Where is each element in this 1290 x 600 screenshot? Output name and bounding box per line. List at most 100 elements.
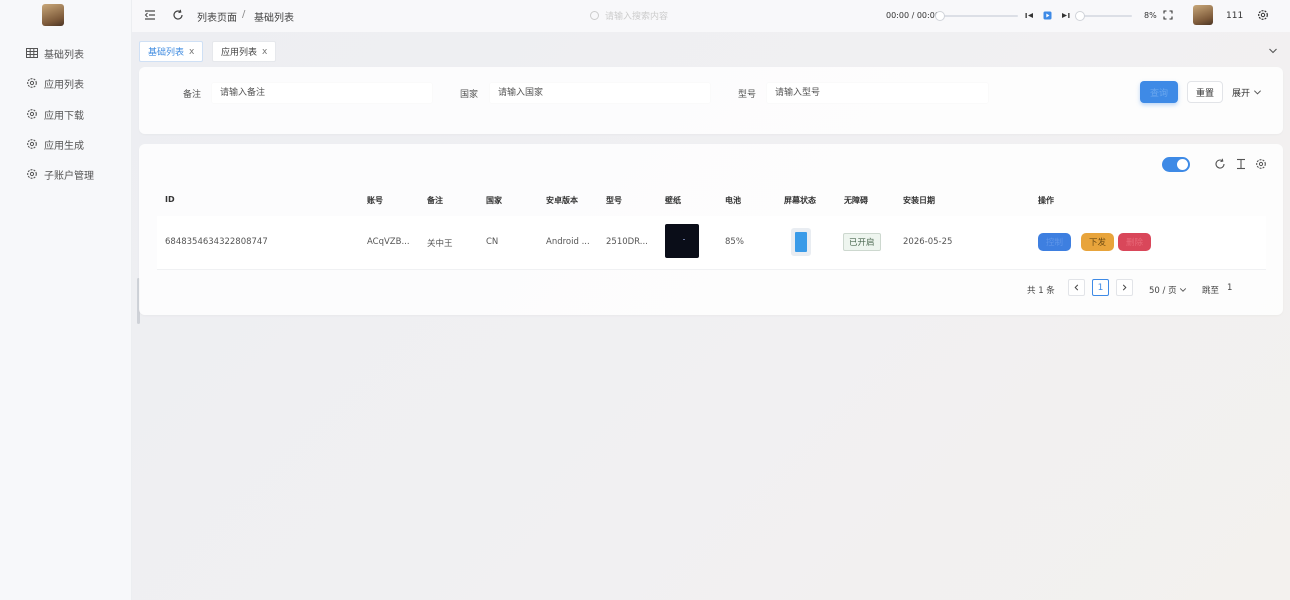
next-track-icon[interactable] bbox=[1061, 11, 1070, 20]
control-button[interactable]: 控制 bbox=[1038, 233, 1071, 251]
tab-basic-list[interactable]: 基础列表 x bbox=[139, 41, 204, 62]
cell-battery: 85% bbox=[725, 237, 744, 247]
gear-icon bbox=[26, 77, 38, 89]
remark-label: 备注 bbox=[183, 90, 202, 100]
player-progress-slider[interactable] bbox=[935, 11, 1018, 21]
chevron-right-icon bbox=[1122, 284, 1127, 291]
sidebar-item-app-list[interactable]: 应用列表 bbox=[26, 75, 84, 91]
reset-button[interactable]: 重置 bbox=[1187, 81, 1223, 103]
cell-model: 2510DR... bbox=[606, 237, 648, 247]
remark-input[interactable] bbox=[211, 82, 433, 104]
volume-slider[interactable] bbox=[1075, 11, 1132, 21]
page-number-button[interactable]: 1 bbox=[1092, 279, 1109, 296]
page-size-select[interactable]: 50 / 页 bbox=[1149, 284, 1187, 296]
column-header-account: 账号 bbox=[367, 196, 383, 205]
prev-page-button[interactable] bbox=[1068, 279, 1085, 296]
table-grid-icon bbox=[26, 47, 38, 59]
chevron-down-icon bbox=[1179, 288, 1186, 292]
refresh-icon[interactable] bbox=[1214, 158, 1226, 170]
column-header-id: ID bbox=[165, 195, 175, 204]
play-icon[interactable] bbox=[1043, 11, 1052, 20]
tabs-bar: 基础列表 x 应用列表 x bbox=[132, 38, 1290, 64]
wallpaper-thumbnail[interactable] bbox=[665, 224, 699, 258]
sidebar-item-app-generate[interactable]: 应用生成 bbox=[26, 136, 84, 152]
sidebar-item-app-download[interactable]: 应用下载 bbox=[26, 106, 84, 122]
cell-android: Android ... bbox=[546, 237, 590, 247]
close-icon[interactable]: x bbox=[189, 47, 194, 57]
sidebar-item-subaccount[interactable]: 子账户管理 bbox=[26, 166, 94, 182]
sidebar-item-label: 应用列表 bbox=[44, 79, 84, 91]
logo bbox=[42, 4, 64, 26]
dispatch-button[interactable]: 下发 bbox=[1081, 233, 1114, 251]
fullscreen-icon[interactable] bbox=[1163, 10, 1173, 20]
chevron-down-icon bbox=[1254, 90, 1262, 95]
chevron-down-icon[interactable] bbox=[1268, 46, 1278, 56]
global-search[interactable]: 请输入搜索内容 bbox=[590, 9, 668, 22]
column-header-android: 安卓版本 bbox=[546, 196, 578, 205]
goto-label: 跳至 bbox=[1202, 286, 1220, 296]
sidebar-item-label: 应用生成 bbox=[44, 140, 84, 152]
user-name[interactable]: 111 bbox=[1226, 11, 1243, 21]
volume-knob[interactable] bbox=[1075, 11, 1085, 21]
gear-icon bbox=[26, 108, 38, 120]
expand-button[interactable]: 展开 bbox=[1232, 86, 1262, 99]
volume-text: 8% bbox=[1144, 11, 1157, 20]
column-header-remark: 备注 bbox=[427, 196, 443, 205]
gear-icon[interactable] bbox=[1255, 158, 1267, 170]
column-header-battery: 电池 bbox=[725, 196, 741, 205]
tab-label: 基础列表 bbox=[148, 48, 185, 58]
pagination: 共 1 条 1 50 / 页 跳至 bbox=[157, 276, 1266, 300]
toggle-switch[interactable] bbox=[1162, 157, 1190, 172]
tab-label: 应用列表 bbox=[221, 48, 258, 58]
sidebar-item-label: 应用下载 bbox=[44, 110, 84, 122]
close-icon[interactable]: x bbox=[262, 47, 267, 57]
player-progress-knob[interactable] bbox=[935, 11, 945, 21]
prev-track-icon[interactable] bbox=[1025, 11, 1034, 20]
cell-remark: 关中王 bbox=[427, 239, 453, 249]
cell-id: 6848354634322808747 bbox=[165, 237, 268, 247]
top-bar: 列表页面 / 基础列表 请输入搜索内容 00:00 / 00:00 8% 111 bbox=[132, 0, 1290, 32]
column-header-actions: 操作 bbox=[1038, 196, 1054, 205]
query-button[interactable]: 查询 bbox=[1140, 81, 1178, 103]
sidebar: 基础列表 应用列表 应用下载 应用生成 子账户管理 bbox=[0, 0, 132, 600]
column-header-wallpaper: 壁纸 bbox=[665, 196, 681, 205]
delete-button[interactable]: 删除 bbox=[1118, 233, 1151, 251]
gear-icon bbox=[26, 138, 38, 150]
pagination-total: 共 1 条 bbox=[1027, 286, 1055, 296]
sidebar-item-label: 子账户管理 bbox=[44, 170, 94, 182]
next-page-button[interactable] bbox=[1116, 279, 1133, 296]
table-row[interactable]: 6848354634322808747 ACqVZB... 关中王 CN And… bbox=[157, 216, 1266, 270]
settings-gear-icon[interactable] bbox=[1257, 9, 1269, 21]
player-time: 00:00 / 00:00 bbox=[886, 11, 940, 20]
column-height-icon[interactable] bbox=[1235, 158, 1247, 170]
search-hint: 请输入搜索内容 bbox=[605, 12, 669, 22]
cell-install-date: 2026-05-25 bbox=[903, 237, 953, 247]
cell-country: CN bbox=[486, 237, 499, 247]
status-badge: 已开启 bbox=[843, 233, 881, 251]
refresh-icon[interactable] bbox=[172, 9, 184, 21]
goto-input[interactable] bbox=[1227, 279, 1251, 296]
table-header: ID 账号 备注 国家 安卓版本 型号 壁纸 电池 屏幕状态 无障碍 安装日期 … bbox=[157, 184, 1266, 214]
avatar[interactable] bbox=[1193, 5, 1213, 25]
screen-status-phone-icon bbox=[791, 228, 811, 256]
column-header-accessibility: 无障碍 bbox=[844, 196, 868, 205]
gear-icon bbox=[26, 168, 38, 180]
column-header-install-date: 安装日期 bbox=[903, 196, 935, 205]
breadcrumb-item[interactable]: 列表页面 bbox=[197, 9, 237, 24]
country-input[interactable] bbox=[489, 82, 711, 104]
column-header-country: 国家 bbox=[486, 196, 502, 205]
model-label: 型号 bbox=[738, 90, 757, 100]
breadcrumb-separator: / bbox=[242, 9, 246, 20]
tab-app-list[interactable]: 应用列表 x bbox=[212, 41, 277, 62]
country-label: 国家 bbox=[460, 90, 479, 100]
chevron-left-icon bbox=[1074, 284, 1079, 291]
breadcrumb-current: 基础列表 bbox=[254, 13, 294, 24]
model-input[interactable] bbox=[766, 82, 989, 104]
page-size-label: 50 / 页 bbox=[1149, 286, 1177, 296]
expand-label: 展开 bbox=[1232, 89, 1251, 99]
sidebar-item-basic-list[interactable]: 基础列表 bbox=[26, 45, 84, 61]
sidebar-item-label: 基础列表 bbox=[44, 49, 84, 61]
cell-account: ACqVZB... bbox=[367, 237, 410, 247]
search-icon bbox=[590, 11, 599, 20]
menu-fold-icon[interactable] bbox=[144, 9, 156, 21]
